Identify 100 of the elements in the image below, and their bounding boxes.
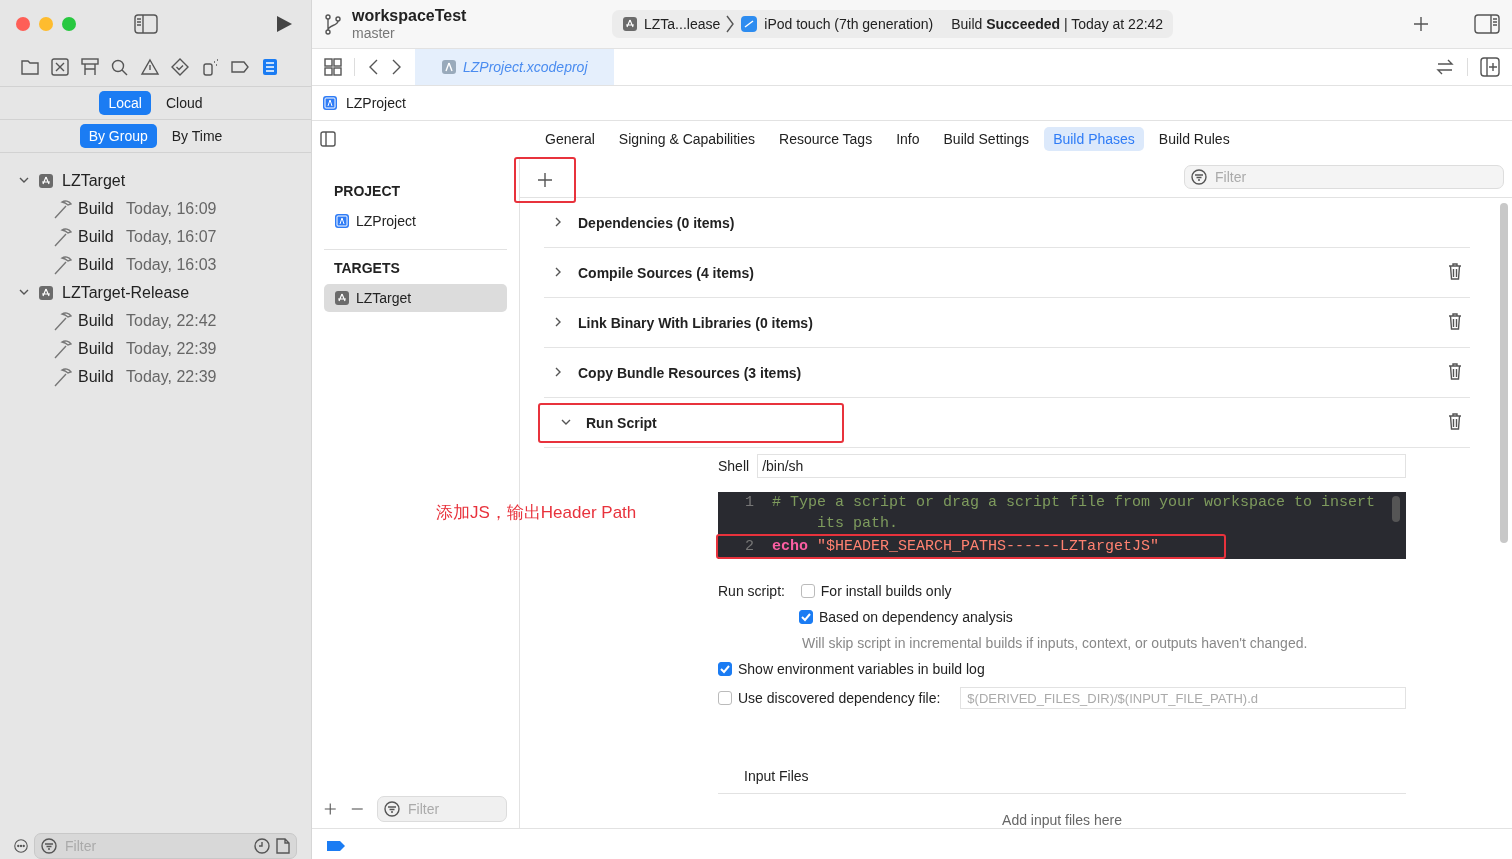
- build-time: Today, 22:42: [126, 312, 217, 330]
- target-icon: [622, 16, 638, 32]
- dependency-file-field[interactable]: $(DERIVED_FILES_DIR)/$(INPUT_FILE_PATH).d: [960, 687, 1406, 709]
- device-icon: [740, 15, 759, 33]
- trash-icon[interactable]: [1448, 362, 1462, 380]
- settings-tab[interactable]: Signing & Capabilities: [609, 127, 764, 151]
- shell-field[interactable]: /bin/sh: [757, 454, 1406, 478]
- group-name[interactable]: LZTarget-Release: [62, 284, 190, 302]
- empty-hint: Add input files here: [1001, 812, 1123, 828]
- help-text: Will skip script in incremental builds if inputs, context, or outputs haven't changed.: [801, 635, 1309, 651]
- folder-icon[interactable]: [20, 58, 40, 76]
- checkbox-label[interactable]: Use discovered dependency file:: [738, 690, 941, 706]
- play-icon[interactable]: [275, 15, 293, 33]
- checkbox-label[interactable]: Show environment variables in build log: [738, 661, 985, 677]
- section-header: TARGETS: [333, 260, 401, 276]
- add-icon: [537, 172, 553, 188]
- hammer-icon: [52, 254, 74, 276]
- checkbox[interactable]: [718, 662, 732, 676]
- phase-title[interactable]: Copy Bundle Resources (3 items): [578, 364, 802, 381]
- project-item[interactable]: LZProject: [356, 213, 416, 229]
- document-icon[interactable]: [276, 838, 290, 854]
- build-label[interactable]: Build: [78, 368, 114, 386]
- filter-icon: [384, 801, 400, 817]
- report-icon[interactable]: [260, 58, 280, 76]
- build-label[interactable]: Build: [78, 312, 114, 330]
- checkbox[interactable]: [799, 610, 813, 624]
- test-icon[interactable]: [170, 58, 190, 76]
- checkbox[interactable]: [800, 584, 815, 598]
- project-icon: [322, 95, 338, 111]
- phase-title[interactable]: Dependencies (0 items): [578, 214, 735, 231]
- build-time: Today, 16:09: [126, 200, 217, 218]
- breadcrumb[interactable]: LZProject: [346, 95, 406, 111]
- build-time: Today, 22:39: [126, 340, 217, 358]
- tag-icon[interactable]: [230, 58, 250, 76]
- build-time: Today, 16:03: [126, 256, 217, 274]
- phase-title[interactable]: Run Script: [586, 414, 657, 431]
- build-label[interactable]: Build: [78, 340, 114, 358]
- checkbox[interactable]: [718, 691, 732, 705]
- back-icon[interactable]: [367, 58, 379, 76]
- filter-field[interactable]: Filter: [1184, 165, 1504, 189]
- build-label[interactable]: Build: [78, 200, 114, 218]
- settings-tab[interactable]: Build Rules: [1149, 127, 1239, 151]
- hammer-icon: [52, 226, 74, 248]
- search-icon[interactable]: [110, 58, 130, 76]
- code-line[interactable]: # Type a script or drag a script file from your workspace to insert its path.: [772, 492, 1402, 534]
- segment-tab[interactable]: By Group: [79, 124, 157, 148]
- field-label: Shell: [718, 458, 750, 474]
- more-icon[interactable]: [14, 837, 28, 855]
- swap-icon[interactable]: [1435, 58, 1455, 76]
- segment-tab[interactable]: Cloud: [156, 91, 212, 115]
- settings-tab[interactable]: Build Settings: [934, 127, 1039, 151]
- add-editor-icon[interactable]: [1480, 57, 1500, 77]
- add-phase-button[interactable]: [514, 157, 576, 203]
- pane-toggle-icon[interactable]: [320, 131, 336, 147]
- settings-tab[interactable]: Resource Tags: [770, 127, 882, 151]
- inspector-toggle-icon[interactable]: [1474, 14, 1500, 34]
- tag-icon[interactable]: [326, 839, 346, 853]
- segment-tab[interactable]: Local: [99, 91, 151, 115]
- forward-icon[interactable]: [391, 58, 403, 76]
- build-time: Today, 22:39: [126, 368, 217, 386]
- checkbox-label[interactable]: Based on dependency analysis: [819, 609, 1013, 625]
- activity-bar[interactable]: LZTa...lease iPod touch (7th generation) Build Succeeded | Today at 22:42: [612, 10, 1174, 38]
- hammer-icon: [52, 338, 74, 360]
- build-time: Today, 16:07: [126, 228, 217, 246]
- trash-icon[interactable]: [1448, 412, 1462, 430]
- build-label[interactable]: Build: [78, 228, 114, 246]
- scrollbar[interactable]: [1392, 496, 1400, 522]
- phase-title[interactable]: Compile Sources (4 items): [578, 264, 754, 281]
- scrollbar[interactable]: [1500, 203, 1508, 543]
- code-line[interactable]: echo "$HEADER_SEARCH_PATHS------LZTargetJS": [772, 536, 1160, 557]
- project-icon: [334, 213, 350, 229]
- settings-tab[interactable]: General: [536, 127, 604, 151]
- sidebar-toggle-icon[interactable]: [134, 14, 158, 34]
- segment-tab[interactable]: By Time: [162, 124, 232, 148]
- source-control-icon[interactable]: [50, 58, 70, 76]
- filter-field[interactable]: Filter: [377, 796, 507, 822]
- add-icon[interactable]: [1412, 15, 1430, 33]
- warning-icon[interactable]: [140, 58, 160, 76]
- build-label[interactable]: Build: [78, 256, 114, 274]
- grid-icon[interactable]: [324, 58, 342, 76]
- add-icon[interactable]: [324, 801, 337, 817]
- annotation-text: 添加JS，输出Header Path: [436, 502, 637, 524]
- line-number: 2: [744, 537, 755, 557]
- device-name[interactable]: iPod touch (7th generation): [764, 16, 934, 32]
- filter-input[interactable]: Filter: [1213, 168, 1497, 186]
- scheme-name[interactable]: LZTa...lease: [644, 16, 721, 32]
- project-title: workspaceTest: [352, 7, 468, 25]
- filter-input[interactable]: Filter: [406, 800, 500, 818]
- chevron-icon: [726, 15, 735, 33]
- trash-icon[interactable]: [1448, 312, 1462, 330]
- target-item[interactable]: LZTarget: [324, 284, 507, 312]
- checkbox-label[interactable]: For install builds only: [820, 583, 952, 599]
- trash-icon[interactable]: [1448, 262, 1462, 280]
- hammer-icon: [52, 198, 74, 220]
- section-header: PROJECT: [333, 183, 402, 199]
- group-name[interactable]: LZTarget: [62, 172, 126, 190]
- clock-icon[interactable]: [254, 838, 270, 854]
- settings-tab[interactable]: Info: [887, 127, 929, 151]
- phase-title[interactable]: Link Binary With Libraries (0 items): [578, 314, 813, 331]
- filter-icon: [1191, 169, 1207, 185]
